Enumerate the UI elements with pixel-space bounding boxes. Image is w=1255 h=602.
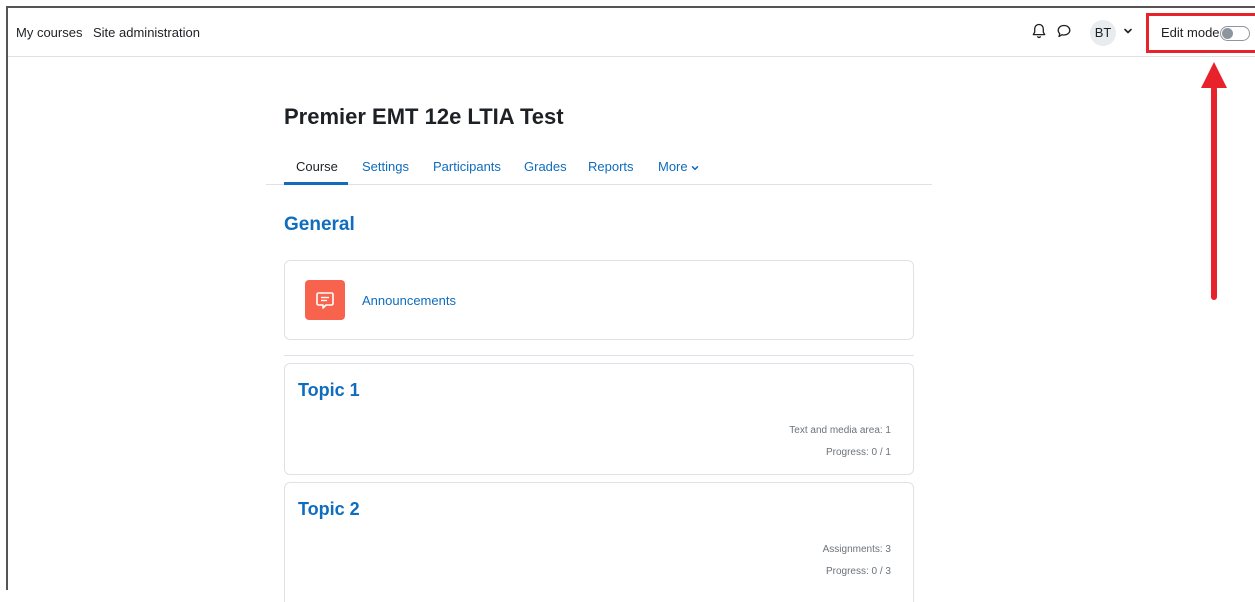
- toggle-knob: [1222, 28, 1233, 39]
- general-section-card: Announcements: [284, 260, 914, 340]
- chevron-down-icon: [691, 165, 698, 170]
- chevron-down-icon[interactable]: [1123, 26, 1133, 36]
- edit-mode-label: Edit mode: [1161, 25, 1220, 40]
- forum-icon: [316, 292, 334, 309]
- topic-1-activity-count: Text and media area: 1: [789, 425, 891, 436]
- topic-2-progress: Progress: 0 / 3: [825, 566, 891, 577]
- course-title: Premier EMT 12e LTIA Test: [284, 104, 564, 129]
- topic-2-activity-count: Assignments: 3: [822, 544, 891, 555]
- tab-settings[interactable]: Settings: [362, 159, 409, 174]
- section-divider: [284, 355, 914, 356]
- topic-1-card: Topic 1 Text and media area: 1 Progress:…: [284, 363, 914, 475]
- browser-frame: My courses Site administration BT Edit m…: [6, 6, 1255, 602]
- red-arrow-annotation: [1201, 62, 1227, 300]
- top-navbar: My courses Site administration BT Edit m…: [8, 8, 1255, 57]
- section-title-general[interactable]: General: [284, 214, 355, 236]
- active-tab-indicator: [284, 182, 348, 185]
- course-tabs: Course Settings Participants Grades Repo…: [266, 148, 932, 185]
- topic-1-progress: Progress: 0 / 1: [825, 447, 891, 458]
- section-title-topic-2[interactable]: Topic 2: [298, 499, 360, 520]
- tab-grades[interactable]: Grades: [524, 159, 567, 174]
- tab-participants[interactable]: Participants: [433, 159, 501, 174]
- tab-reports[interactable]: Reports: [588, 159, 634, 174]
- chat-bubble-icon[interactable]: [1055, 22, 1073, 40]
- activity-icon-tile: [305, 280, 345, 320]
- topic-2-card: Topic 2 Assignments: 3 Progress: 0 / 3: [284, 482, 914, 602]
- bell-icon[interactable]: [1030, 22, 1048, 40]
- tab-course[interactable]: Course: [296, 159, 338, 174]
- tab-more[interactable]: More: [658, 159, 699, 174]
- tab-more-label: More: [658, 159, 688, 174]
- nav-my-courses[interactable]: My courses: [16, 25, 82, 40]
- nav-site-administration[interactable]: Site administration: [93, 25, 200, 40]
- announcements-link[interactable]: Announcements: [362, 293, 456, 308]
- edit-mode-toggle[interactable]: [1220, 26, 1250, 41]
- section-title-topic-1[interactable]: Topic 1: [298, 380, 360, 401]
- user-avatar[interactable]: BT: [1090, 20, 1116, 46]
